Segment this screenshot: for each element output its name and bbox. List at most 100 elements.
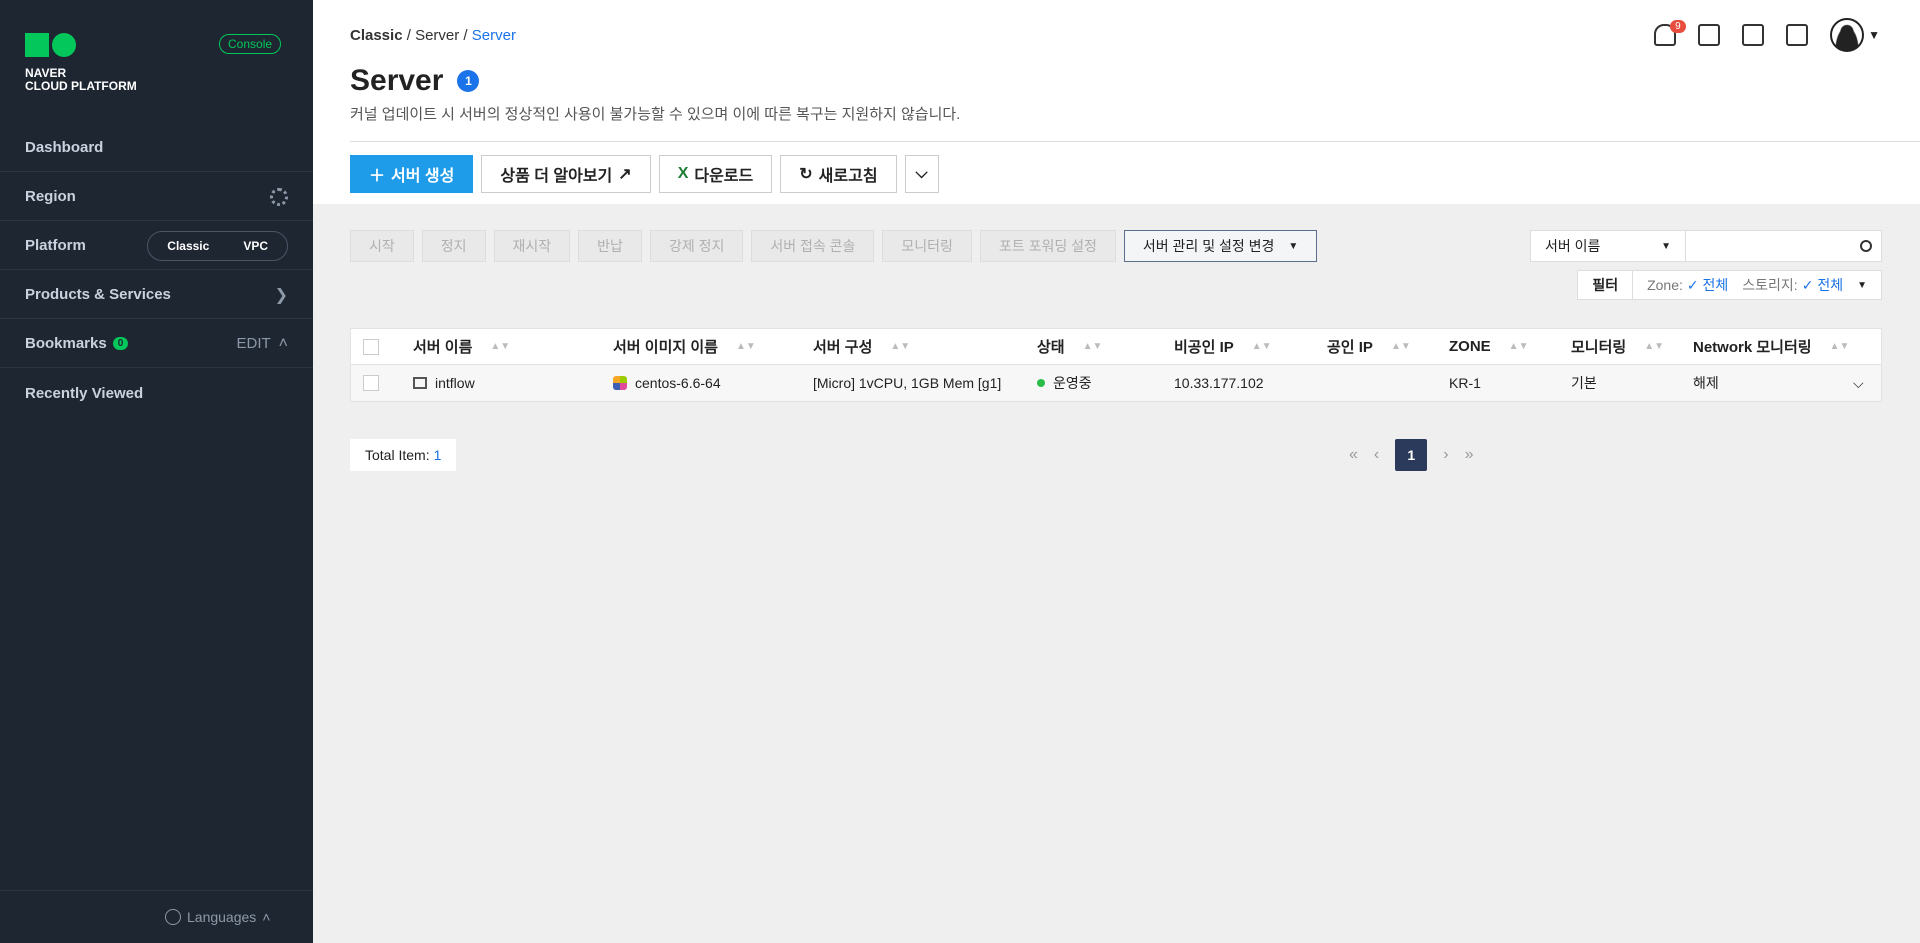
platform-option-classic[interactable]: Classic [150, 234, 226, 258]
start-button[interactable]: 시작 [350, 230, 414, 262]
create-server-button[interactable]: ＋ 서버 생성 [350, 155, 474, 193]
bookmarks-count-badge: 0 [112, 337, 129, 350]
learn-more-button[interactable]: 상품 더 알아보기 ↗ [481, 155, 651, 193]
next-page-icon[interactable]: › [1443, 446, 1448, 464]
bookmarks-edit-button[interactable]: EDIT [236, 335, 270, 352]
port-forwarding-button[interactable]: 포트 포워딩 설정 [979, 230, 1116, 262]
notification-count-badge: 9 [1670, 20, 1686, 33]
search-input[interactable] [1686, 231, 1851, 261]
sidebar-item-platform: Platform Classic VPC [0, 222, 313, 270]
info-icon[interactable] [1786, 24, 1809, 46]
languages-button[interactable]: Languages ˄ [165, 909, 270, 925]
storage-filter-value[interactable]: ✓ 전체 [1802, 275, 1843, 295]
breadcrumb-item[interactable]: Server [415, 27, 459, 44]
sidebar-item-dashboard[interactable]: Dashboard [0, 124, 313, 172]
pagination: « ‹ 1 › » [1349, 439, 1473, 471]
sort-icon: ▲▼ [1508, 341, 1529, 352]
table-header-row: 서버 이름 ▲▼ 서버 이미지 이름 ▲▼ 서버 구성 ▲▼ 상태 ▲▼ 비공인 IP ▲… [351, 329, 1881, 365]
restart-button[interactable]: 재시작 [493, 230, 571, 262]
monitoring-button[interactable]: 모니터링 [882, 230, 972, 262]
bell-icon[interactable]: 9 [1654, 20, 1686, 46]
server-toolbar: 시작 정지 재시작 반납 강제 정지 서버 접속 콘솔 모니터링 포트 포워딩 … [350, 230, 1318, 262]
filter-button[interactable]: 필터 [1578, 271, 1634, 299]
server-status: 운영중 [1053, 375, 1092, 391]
sidebar-item-region[interactable]: Region [0, 173, 313, 221]
sidebar-item-bookmarks[interactable]: Bookmarks 0 EDIT ˄ [0, 320, 313, 368]
col-zone[interactable]: ZONE ▲▼ [1437, 338, 1559, 355]
caret-down-icon: ▼ [1288, 240, 1299, 252]
platform-toggle[interactable]: Classic VPC [147, 230, 288, 261]
platform-option-vpc[interactable]: VPC [226, 234, 285, 258]
breadcrumb-item[interactable]: Classic [350, 27, 403, 44]
stop-button[interactable]: 정지 [421, 230, 486, 262]
col-spec[interactable]: 서버 구성 ▲▼ [801, 336, 1025, 357]
manage-settings-dropdown[interactable]: 서버 관리 및 설정 변경 ▼ [1123, 230, 1318, 262]
sidebar-item-recently-viewed[interactable]: Recently Viewed [0, 369, 313, 417]
row-checkbox[interactable] [363, 375, 379, 391]
checklist-icon[interactable] [1742, 24, 1765, 46]
storage-filter-label: 스토리지: [1742, 277, 1798, 293]
sort-icon: ▲▼ [735, 341, 756, 352]
last-page-icon[interactable]: » [1465, 446, 1474, 464]
sort-icon: ▲▼ [1251, 341, 1272, 352]
caret-down-icon[interactable]: ▼ [1843, 280, 1881, 291]
sort-icon: ▲▼ [1829, 341, 1850, 352]
page-number-current[interactable]: 1 [1395, 439, 1428, 471]
plus-icon: ＋ [369, 168, 386, 185]
sort-icon: ▲▼ [1082, 341, 1103, 352]
chat-icon[interactable] [1698, 24, 1721, 46]
search-icon[interactable] [1851, 231, 1881, 261]
server-console-button[interactable]: 서버 접속 콘솔 [751, 230, 875, 262]
user-menu[interactable]: ▼ [1830, 18, 1880, 52]
col-label: 공인 IP [1327, 339, 1373, 356]
col-public-ip[interactable]: 공인 IP ▲▼ [1315, 336, 1437, 357]
gear-icon[interactable] [270, 187, 288, 206]
sort-icon: ▲▼ [890, 341, 911, 352]
sidebar-item-label: Recently Viewed [25, 384, 144, 402]
select-all-checkbox[interactable] [363, 338, 379, 355]
col-label: ZONE [1449, 338, 1491, 355]
col-label: Network 모니터링 [1693, 339, 1812, 356]
sidebar-item-label: Products & Services [25, 286, 171, 303]
col-private-ip[interactable]: 비공인 IP ▲▼ [1162, 336, 1315, 357]
manage-settings-label: 서버 관리 및 설정 변경 [1142, 238, 1275, 254]
expand-row-icon[interactable]: ⌵ [1853, 375, 1864, 392]
col-label: 모니터링 [1571, 339, 1627, 356]
table-row[interactable]: intflow centos-6.6-64 [Micro] 1vCPU, 1GB… [351, 365, 1881, 401]
col-label: 상태 [1037, 339, 1065, 356]
download-label: 다운로드 [694, 168, 754, 185]
naver-cloud-logo[interactable]: NAVER CLOUD PLATFORM [25, 33, 137, 93]
sidebar-divider [0, 890, 313, 891]
download-button[interactable]: X 다운로드 [658, 155, 773, 193]
server-name[interactable]: intflow [435, 375, 475, 391]
chevron-up-icon[interactable]: ˄ [279, 335, 288, 353]
prev-page-icon[interactable]: ‹ [1374, 446, 1379, 464]
return-button[interactable]: 반납 [578, 230, 642, 262]
col-image-name[interactable]: 서버 이미지 이름 ▲▼ [601, 336, 801, 357]
col-monitoring[interactable]: 모니터링 ▲▼ [1559, 336, 1681, 357]
total-count: 1 [433, 447, 442, 463]
breadcrumb-current: Server [471, 27, 516, 44]
col-status[interactable]: 상태 ▲▼ [1025, 336, 1162, 357]
sidebar-item-label: Dashboard [25, 139, 104, 156]
refresh-icon: ↻ [799, 166, 813, 183]
caret-down-icon: ▼ [1868, 28, 1880, 42]
more-actions-button[interactable]: ⌵ [904, 155, 939, 193]
search-field-select[interactable]: 서버 이름 ▼ [1531, 231, 1686, 261]
network-monitoring: 해제 [1693, 375, 1719, 391]
console-badge[interactable]: Console [219, 34, 282, 54]
filter-bar: 필터 Zone: ✓ 전체 스토리지: ✓ 전체 ▼ [1577, 270, 1882, 300]
force-stop-button[interactable]: 강제 정지 [649, 230, 744, 262]
zone-filter-value[interactable]: ✓ 전체 [1687, 275, 1728, 295]
col-network-monitoring[interactable]: Network 모니터링 ▲▼ [1681, 336, 1871, 357]
learn-more-label: 상품 더 알아보기 [500, 168, 613, 185]
globe-icon [165, 909, 181, 925]
refresh-button[interactable]: ↻ 새로고침 [780, 155, 897, 193]
first-page-icon[interactable]: « [1349, 446, 1358, 464]
sidebar: NAVER CLOUD PLATFORM Console Dashboard R… [0, 0, 313, 943]
create-server-label: 서버 생성 [391, 168, 455, 185]
col-server-name[interactable]: 서버 이름 ▲▼ [401, 336, 601, 357]
total-label: Total Item: [365, 447, 430, 463]
monitoring: 기본 [1571, 375, 1597, 391]
sidebar-item-products[interactable]: Products & Services ❯ [0, 271, 313, 319]
